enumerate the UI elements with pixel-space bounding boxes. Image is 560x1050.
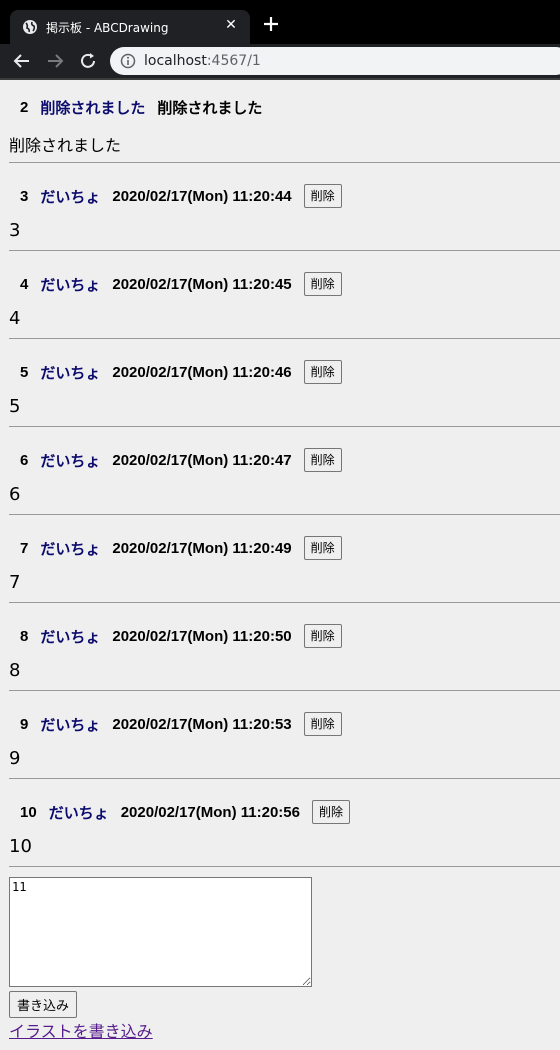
post-body: 9: [9, 748, 21, 769]
post-body: 4: [9, 308, 21, 329]
info-icon[interactable]: [120, 53, 136, 69]
post-number: 8: [20, 627, 29, 645]
post-body: 3: [9, 220, 21, 241]
delete-button[interactable]: 削除: [303, 360, 342, 384]
post-date: 2020/02/17(Mon) 11:20:46: [112, 363, 292, 381]
post-author: だいちょ: [40, 540, 101, 558]
post-date: 2020/02/17(Mon) 11:20:49: [112, 539, 292, 557]
post-header: 9 だいちょ 2020/02/17(Mon) 11:20:53 削除: [20, 712, 342, 736]
post-header: 2 削除されました 削除されました: [20, 97, 262, 118]
post-number: 10: [20, 803, 37, 821]
message-textarea[interactable]: 11: [9, 877, 312, 987]
post-divider: [9, 866, 560, 867]
delete-button[interactable]: 削除: [311, 800, 350, 824]
post-date: 2020/02/17(Mon) 11:20:45: [112, 275, 292, 293]
address-bar[interactable]: localhost:4567/1: [110, 47, 560, 75]
post-author: 削除されました: [40, 100, 146, 117]
submit-button[interactable]: 書き込み: [9, 991, 78, 1018]
globe-icon: [23, 20, 37, 34]
post-header: 8 だいちょ 2020/02/17(Mon) 11:20:50 削除: [20, 624, 342, 648]
forward-arrow-icon[interactable]: [44, 50, 66, 72]
delete-button[interactable]: 削除: [303, 712, 342, 736]
tab-title: 掲示板 - ABCDrawing: [46, 21, 169, 35]
tab-bar: 掲示板 - ABCDrawing ✕: [0, 0, 560, 44]
back-arrow-icon[interactable]: [11, 50, 33, 72]
post-divider: [9, 250, 560, 251]
post-divider: [9, 778, 560, 779]
post-body: 7: [9, 572, 21, 593]
reload-icon[interactable]: [77, 50, 99, 72]
url-text: localhost:4567/1: [144, 53, 261, 69]
post-number: 6: [20, 451, 29, 469]
post-number: 9: [20, 715, 29, 733]
post-header: 7 だいちょ 2020/02/17(Mon) 11:20:49 削除: [20, 536, 342, 560]
post-number: 4: [20, 275, 29, 293]
post-date: 2020/02/17(Mon) 11:20:44: [112, 187, 292, 205]
post-date: 2020/02/17(Mon) 11:20:50: [112, 627, 292, 645]
post-author: だいちょ: [48, 804, 109, 822]
post-body: 5: [9, 396, 21, 417]
post-date: 削除されました: [157, 100, 263, 117]
post-body: 6: [9, 484, 21, 505]
post-header: 10 だいちょ 2020/02/17(Mon) 11:20:56 削除: [20, 800, 350, 824]
post-number: 7: [20, 539, 29, 557]
browser-tab[interactable]: 掲示板 - ABCDrawing ✕: [10, 10, 250, 44]
post-body: 8: [9, 660, 21, 681]
draw-illustration-link[interactable]: イラストを書き込み: [9, 1018, 153, 1042]
post-header: 5 だいちょ 2020/02/17(Mon) 11:20:46 削除: [20, 360, 342, 384]
post-number: 2: [20, 99, 29, 116]
post-divider: [9, 426, 560, 427]
post-author: だいちょ: [40, 716, 101, 734]
post-number: 3: [20, 187, 29, 205]
post-header: 4 だいちょ 2020/02/17(Mon) 11:20:45 削除: [20, 272, 342, 296]
post-author: だいちょ: [40, 452, 101, 470]
post-header: 6 だいちょ 2020/02/17(Mon) 11:20:47 削除: [20, 448, 342, 472]
browser-toolbar: localhost:4567/1: [0, 44, 560, 78]
post-author: だいちょ: [40, 276, 101, 294]
post-author: だいちょ: [40, 364, 101, 382]
delete-button[interactable]: 削除: [303, 184, 342, 208]
post-body: 10: [9, 836, 32, 857]
new-tab-icon[interactable]: [262, 15, 280, 33]
post-header: 3 だいちょ 2020/02/17(Mon) 11:20:44 削除: [20, 184, 342, 208]
delete-button[interactable]: 削除: [303, 448, 342, 472]
post-divider: [9, 338, 560, 339]
post-divider: [9, 602, 560, 603]
post-date: 2020/02/17(Mon) 11:20:56: [120, 803, 300, 821]
post-date: 2020/02/17(Mon) 11:20:47: [112, 451, 292, 469]
delete-button[interactable]: 削除: [303, 272, 342, 296]
post-author: だいちょ: [40, 188, 101, 206]
post-divider: [9, 514, 560, 515]
post-number: 5: [20, 363, 29, 381]
post-date: 2020/02/17(Mon) 11:20:53: [112, 715, 292, 733]
post-author: だいちょ: [40, 628, 101, 646]
toolbar-divider: [0, 78, 560, 80]
post-body: 削除されました: [9, 136, 122, 155]
post-divider: [9, 162, 560, 163]
delete-button[interactable]: 削除: [303, 536, 342, 560]
delete-button[interactable]: 削除: [303, 624, 342, 648]
close-tab-icon[interactable]: ✕: [222, 16, 240, 34]
post-divider: [9, 690, 560, 691]
